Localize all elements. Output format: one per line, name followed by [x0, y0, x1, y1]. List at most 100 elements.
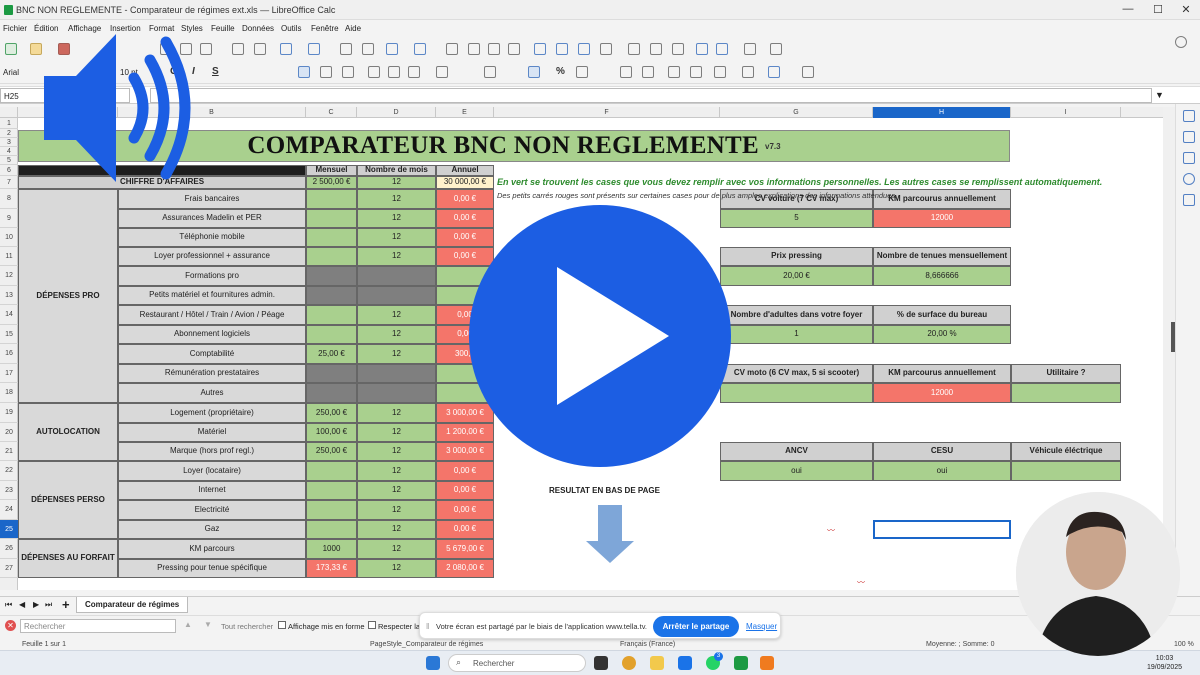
sheet-tab-comparateur[interactable]: Comparateur de régimes: [76, 597, 189, 613]
currency-icon[interactable]: [528, 66, 540, 78]
row-header-9[interactable]: 9: [0, 209, 18, 228]
clone-formatting-icon[interactable]: [232, 43, 244, 55]
item-mois-14[interactable]: 12: [357, 305, 436, 325]
increase-indent-icon[interactable]: [668, 66, 680, 78]
delete-decimal-icon[interactable]: [642, 66, 654, 78]
ca-mois[interactable]: 12: [357, 176, 436, 189]
prix-pressing-value[interactable]: 20,00 €: [720, 266, 873, 286]
item-mois-15[interactable]: 12: [357, 325, 436, 344]
row-header-12[interactable]: 12: [0, 266, 18, 286]
item-mensuel-14[interactable]: [306, 305, 357, 325]
row-header-10[interactable]: 10: [0, 228, 18, 247]
first-sheet-icon[interactable]: ⏮: [5, 600, 12, 610]
row-header-2[interactable]: 2: [0, 129, 18, 138]
libreoffice-calc-icon[interactable]: [734, 656, 748, 670]
col-header-h[interactable]: H: [873, 107, 1011, 118]
item-mensuel-15[interactable]: [306, 325, 357, 344]
vehicule-value[interactable]: [1011, 461, 1121, 481]
find-replace-icon[interactable]: [340, 43, 352, 55]
tenues-value[interactable]: 8,666666: [873, 266, 1011, 286]
pivot-table-icon[interactable]: [578, 43, 590, 55]
menu-fenetre[interactable]: Fenêtre: [311, 24, 339, 33]
row-icon[interactable]: [386, 43, 398, 55]
surface-value[interactable]: 20,00 %: [873, 325, 1011, 344]
comment-icon[interactable]: [650, 43, 662, 55]
clear-formatting-icon[interactable]: [254, 43, 266, 55]
align-center-icon[interactable]: [320, 66, 332, 78]
chrome-icon[interactable]: [622, 656, 636, 670]
item-mensuel-19[interactable]: 250,00 €: [306, 403, 357, 423]
sort-asc-icon[interactable]: [468, 43, 480, 55]
align-right-icon[interactable]: [342, 66, 354, 78]
cv-voiture-value[interactable]: 5: [720, 209, 873, 228]
adultes-value[interactable]: 1: [720, 325, 873, 344]
item-mensuel-23[interactable]: [306, 481, 357, 500]
next-sheet-icon[interactable]: ▶: [33, 600, 39, 609]
autofilter-icon[interactable]: [508, 43, 520, 55]
cesu-value[interactable]: oui: [873, 461, 1011, 481]
item-mensuel-10[interactable]: [306, 228, 357, 247]
split-window-icon[interactable]: [744, 43, 756, 55]
row-header-8[interactable]: 8: [0, 189, 18, 209]
decrease-indent-icon[interactable]: [690, 66, 702, 78]
spelling-icon[interactable]: [362, 43, 374, 55]
item-mensuel-24[interactable]: [306, 500, 357, 520]
close-button[interactable]: ✕: [1176, 3, 1196, 16]
find-input[interactable]: Rechercher: [20, 619, 176, 633]
vertical-scrollbar[interactable]: [1163, 107, 1175, 590]
row-header-13[interactable]: 13: [0, 286, 18, 305]
maximize-button[interactable]: ☐: [1148, 3, 1168, 16]
item-mensuel-26[interactable]: 1000: [306, 539, 357, 559]
undo-icon[interactable]: [280, 43, 292, 55]
row-header-24[interactable]: 24: [0, 500, 18, 520]
find-prev-icon[interactable]: ▲: [184, 620, 192, 629]
row-header-1[interactable]: 1: [0, 118, 18, 129]
formatted-display-checkbox[interactable]: [278, 621, 286, 629]
item-mois-27[interactable]: 12: [357, 559, 436, 578]
globe-icon[interactable]: [1175, 36, 1187, 48]
sort-desc-icon[interactable]: [488, 43, 500, 55]
redo-icon[interactable]: [308, 43, 320, 55]
item-mois-8[interactable]: 12: [357, 189, 436, 209]
menu-feuille[interactable]: Feuille: [211, 24, 235, 33]
item-mois-16[interactable]: 12: [357, 344, 436, 364]
align-middle-icon[interactable]: [388, 66, 400, 78]
border-color-icon[interactable]: [768, 66, 780, 78]
merge-cells-icon[interactable]: [484, 66, 496, 78]
hide-share-bar-link[interactable]: Masquer: [746, 622, 777, 631]
row-header-25[interactable]: 25: [0, 520, 18, 539]
headers-footers-icon[interactable]: [672, 43, 684, 55]
row-header-7[interactable]: 7: [0, 176, 18, 189]
item-mois-11[interactable]: 12: [357, 247, 436, 266]
chart-icon[interactable]: [556, 43, 568, 55]
taskbar-search[interactable]: Rechercher: [448, 654, 586, 672]
find-next-icon[interactable]: ▼: [204, 620, 212, 629]
col-header-e[interactable]: E: [436, 107, 494, 118]
row-header-27[interactable]: 27: [0, 559, 18, 578]
row-header-22[interactable]: 22: [0, 461, 18, 481]
row-header-21[interactable]: 21: [0, 442, 18, 461]
add-sheet-button[interactable]: +: [62, 597, 70, 612]
vlc-icon[interactable]: [760, 656, 774, 670]
freeze-rows-icon[interactable]: [716, 43, 728, 55]
item-mois-24[interactable]: 12: [357, 500, 436, 520]
play-button[interactable]: [469, 205, 731, 467]
functions-icon[interactable]: [1183, 194, 1195, 206]
menu-donnees[interactable]: Données: [242, 24, 274, 33]
column-icon[interactable]: [414, 43, 426, 55]
close-find-icon[interactable]: ✕: [5, 620, 16, 631]
item-mois-20[interactable]: 12: [357, 423, 436, 442]
row-header-5[interactable]: 5: [0, 156, 18, 165]
item-mensuel-21[interactable]: 250,00 €: [306, 442, 357, 461]
item-mensuel-8[interactable]: [306, 189, 357, 209]
item-mensuel-25[interactable]: [306, 520, 357, 539]
row-header-15[interactable]: 15: [0, 325, 18, 344]
stop-sharing-button[interactable]: Arrêter le partage: [653, 616, 739, 637]
percent-button[interactable]: %: [556, 66, 565, 77]
align-bottom-icon[interactable]: [408, 66, 420, 78]
item-mensuel-16[interactable]: 25,00 €: [306, 344, 357, 364]
utilitaire-value[interactable]: [1011, 383, 1121, 403]
item-mois-19[interactable]: 12: [357, 403, 436, 423]
row-header-16[interactable]: 16: [0, 344, 18, 364]
col-header-g[interactable]: G: [720, 107, 873, 118]
